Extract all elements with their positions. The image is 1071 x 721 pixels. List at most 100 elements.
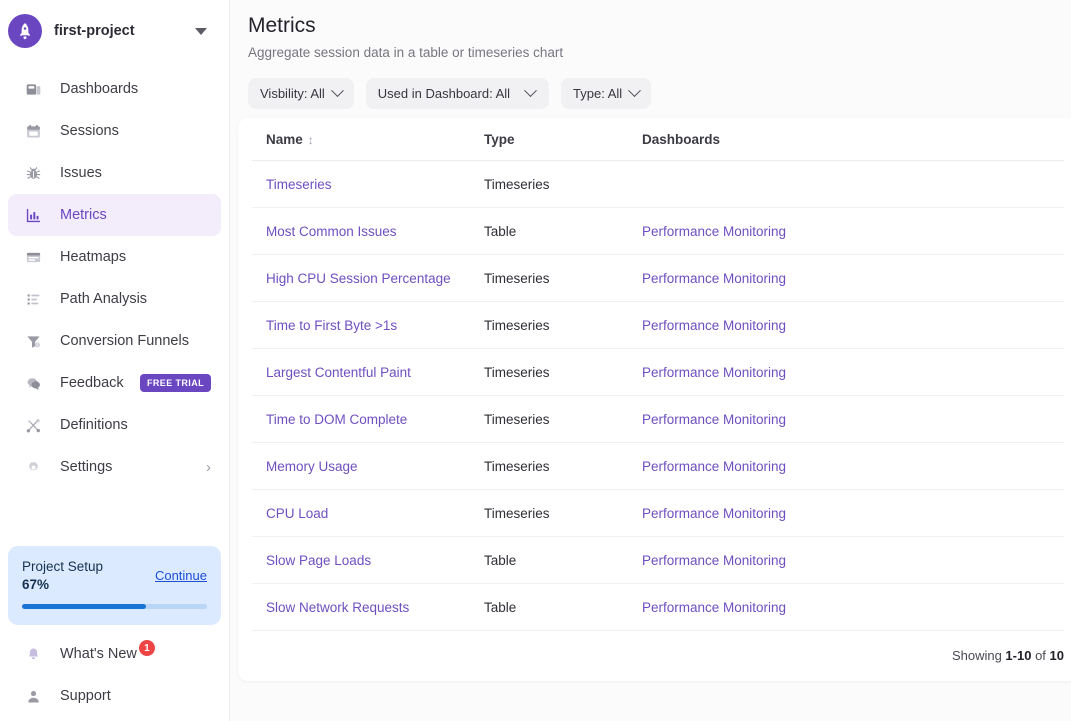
cell-metric-type: Table <box>484 584 642 631</box>
cell-dashboard <box>642 161 1064 208</box>
cell-metric-name: High CPU Session Percentage <box>252 255 484 302</box>
sidebar-item-label: Issues <box>60 165 102 181</box>
filter-visibility[interactable]: Visbility: All <box>248 78 354 109</box>
metric-name-link[interactable]: High CPU Session Percentage <box>266 271 451 286</box>
sidebar-item-sessions[interactable]: Sessions <box>8 110 221 152</box>
cell-metric-type: Table <box>484 537 642 584</box>
metric-name-link[interactable]: Timeseries <box>266 177 332 192</box>
dashboard-link[interactable]: Performance Monitoring <box>642 318 786 333</box>
sidebar-item-support[interactable]: Support <box>8 675 221 717</box>
project-setup-progress-fill <box>22 604 146 609</box>
sidebar-item-definitions[interactable]: Definitions <box>8 404 221 446</box>
pagination-total: 10 <box>1050 648 1064 663</box>
cell-metric-name: Largest Contentful Paint <box>252 349 484 396</box>
table-row[interactable]: Slow Page Loads TablePerformance Monitori… <box>252 537 1064 584</box>
sidebar-item-metrics[interactable]: Metrics <box>8 194 221 236</box>
cell-metric-name: Time to DOM Complete <box>252 396 484 443</box>
project-setup-card: Project Setup 67% Continue <box>8 546 221 625</box>
heatmap-icon <box>22 246 44 268</box>
metric-name-link[interactable]: Memory Usage <box>266 459 358 474</box>
table-header-row: Name↕ Type Dashboards <box>252 118 1064 161</box>
cell-dashboard: Performance Monitoring <box>642 302 1064 349</box>
dashboard-link[interactable]: Performance Monitoring <box>642 224 786 239</box>
sidebar-item-label: Conversion Funnels <box>60 333 189 349</box>
bell-icon <box>22 643 44 665</box>
sort-updown-icon[interactable]: ↕ <box>308 133 312 147</box>
dashboard-link[interactable]: Performance Monitoring <box>642 600 786 615</box>
metric-name-link[interactable]: Most Common Issues <box>266 224 397 239</box>
project-setup-section: Project Setup 67% Continue <box>0 546 229 625</box>
sidebar-item-label: Path Analysis <box>60 291 147 307</box>
sidebar-nav: Dashboards Sessions Issues Metrics <box>0 62 229 488</box>
cell-metric-type: Timeseries <box>484 302 642 349</box>
table-row[interactable]: High CPU Session PercentageTimeseriesPer… <box>252 255 1064 302</box>
dashboard-link[interactable]: Performance Monitoring <box>642 459 786 474</box>
table-row[interactable]: Largest Contentful Paint TimeseriesPerfor… <box>252 349 1064 396</box>
pagination-range: 1-10 <box>1005 648 1031 663</box>
table-row[interactable]: Time to DOM CompleteTimeseriesPerformanc… <box>252 396 1064 443</box>
sidebar-item-label: Dashboards <box>60 81 138 97</box>
metric-name-link[interactable]: Time to DOM Complete <box>266 412 407 427</box>
sidebar-item-path-analysis[interactable]: Path Analysis <box>8 278 221 320</box>
chevron-down-icon <box>628 84 641 97</box>
dashboard-link[interactable]: Performance Monitoring <box>642 506 786 521</box>
sidebar-item-label: What's New <box>60 646 137 662</box>
cell-dashboard: Performance Monitoring <box>642 490 1064 537</box>
cell-metric-type: Timeseries <box>484 161 642 208</box>
table-row[interactable]: Most Common Issues TablePerformance Monit… <box>252 208 1064 255</box>
metric-name-link[interactable]: Slow Page Loads <box>266 553 371 568</box>
caret-down-icon[interactable] <box>195 28 207 35</box>
chevron-down-icon <box>331 84 344 97</box>
sidebar-item-dashboards[interactable]: Dashboards <box>8 68 221 110</box>
cell-dashboard: Performance Monitoring <box>642 255 1064 302</box>
metric-name-link[interactable]: CPU Load <box>266 506 328 521</box>
sidebar-item-label: Metrics <box>60 207 107 223</box>
cell-metric-name: Slow Page Loads <box>252 537 484 584</box>
cell-metric-name: CPU Load <box>252 490 484 537</box>
project-switcher[interactable]: first-project <box>0 0 229 62</box>
metric-name-link[interactable]: Time to First Byte >1s <box>266 318 397 333</box>
chevron-right-icon[interactable]: › <box>206 460 211 475</box>
table-row[interactable]: Memory UsageTimeseriesPerformance Monito… <box>252 443 1064 490</box>
table-row[interactable]: CPU Load TimeseriesPerformance Monitoring <box>252 490 1064 537</box>
sidebar-item-conversion-funnels[interactable]: $ Conversion Funnels <box>8 320 221 362</box>
cell-metric-name: Memory Usage <box>252 443 484 490</box>
project-setup-title: Project Setup <box>22 558 103 576</box>
continue-link[interactable]: Continue <box>155 568 207 583</box>
cell-metric-type: Timeseries <box>484 490 642 537</box>
notification-count-badge: 1 <box>139 640 155 656</box>
dashboard-link[interactable]: Performance Monitoring <box>642 271 786 286</box>
cell-metric-name: Slow Network Requests <box>252 584 484 631</box>
sidebar-item-heatmaps[interactable]: Heatmaps <box>8 236 221 278</box>
table-row[interactable]: Slow Network Requests TablePerformance Mo… <box>252 584 1064 631</box>
table-row[interactable]: Timeseries Timeseries <box>252 161 1064 208</box>
sidebar-item-whats-new[interactable]: What's New 1 <box>8 633 221 675</box>
filter-type-label: Type: All <box>573 86 622 101</box>
sidebar-item-feedback[interactable]: Feedback FREE TRIAL <box>8 362 221 404</box>
metric-name-link[interactable]: Slow Network Requests <box>266 600 409 615</box>
column-header-name-label: Name <box>266 132 303 147</box>
free-trial-badge: FREE TRIAL <box>140 374 211 392</box>
column-header-name[interactable]: Name ↕ <box>252 118 484 161</box>
definitions-icon <box>22 414 44 436</box>
cell-metric-name: Most Common Issues <box>252 208 484 255</box>
chevron-down-icon <box>524 84 537 97</box>
path-analysis-icon <box>22 288 44 310</box>
cell-metric-type: Timeseries <box>484 349 642 396</box>
table-row[interactable]: Time to First Byte >1s TimeseriesPerforma… <box>252 302 1064 349</box>
dashboard-link[interactable]: Performance Monitoring <box>642 365 786 380</box>
cell-metric-type: Table <box>484 208 642 255</box>
sidebar-item-label: Sessions <box>60 123 119 139</box>
dashboard-link[interactable]: Performance Monitoring <box>642 412 786 427</box>
pagination-summary: Showing 1-10 of 10 <box>252 631 1064 681</box>
dashboard-link[interactable]: Performance Monitoring <box>642 553 786 568</box>
bug-icon <box>22 162 44 184</box>
metric-name-link[interactable]: Largest Contentful Paint <box>266 365 411 380</box>
sidebar-item-settings[interactable]: Settings › <box>8 446 221 488</box>
filter-used-in-dashboard[interactable]: Used in Dashboard: All <box>366 78 549 109</box>
sidebar-item-issues[interactable]: Issues <box>8 152 221 194</box>
sidebar: first-project Dashboards Sessions <box>0 0 230 721</box>
filter-type[interactable]: Type: All <box>561 78 651 109</box>
sidebar-item-label: Feedback <box>60 375 124 391</box>
main-content: Metrics Aggregate session data in a tabl… <box>230 0 1071 721</box>
